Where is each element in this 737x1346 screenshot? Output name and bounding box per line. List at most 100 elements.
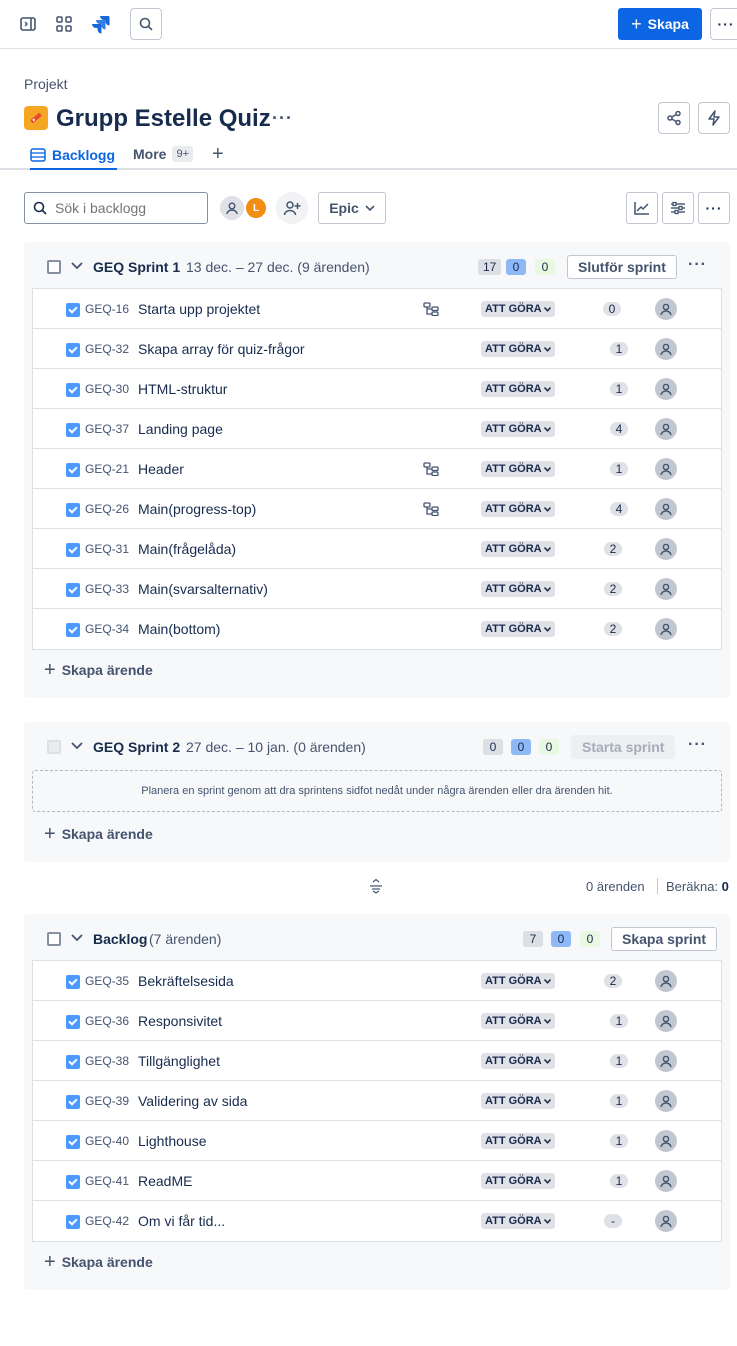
story-points[interactable]: 1: [610, 1054, 628, 1068]
status-dropdown[interactable]: ATT GÖRA: [481, 301, 556, 317]
story-points[interactable]: 0: [603, 302, 621, 316]
assignee-avatar-icon[interactable]: [655, 498, 677, 520]
status-dropdown[interactable]: ATT GÖRA: [481, 501, 556, 517]
issue-key[interactable]: GEQ-33: [85, 582, 129, 596]
issue-row[interactable]: GEQ-42 Om vi får tid... ATT GÖRA -: [33, 1201, 721, 1241]
issue-summary[interactable]: Validering av sida: [138, 1093, 247, 1109]
issue-summary[interactable]: Lighthouse: [138, 1133, 207, 1149]
issue-row[interactable]: GEQ-38 Tillgänglighet ATT GÖRA 1: [33, 1041, 721, 1081]
issue-summary[interactable]: ReadME: [138, 1173, 192, 1189]
issue-key[interactable]: GEQ-40: [85, 1134, 129, 1148]
issue-key[interactable]: GEQ-35: [85, 974, 129, 988]
backlog-search-field[interactable]: [24, 192, 208, 224]
issue-row[interactable]: GEQ-33 Main(svarsalternativ) ATT GÖRA 2: [33, 569, 721, 609]
epic-filter-button[interactable]: Epic: [318, 192, 386, 224]
issue-row[interactable]: GEQ-30 HTML-struktur ATT GÖRA 1: [33, 369, 721, 409]
status-dropdown[interactable]: ATT GÖRA: [481, 1213, 556, 1229]
issue-summary[interactable]: Main(progress-top): [138, 501, 256, 517]
assignee-avatar-icon[interactable]: [655, 538, 677, 560]
assignee-avatar-icon[interactable]: [655, 1090, 677, 1112]
sidebar-toggle-icon[interactable]: [12, 8, 44, 40]
search-icon[interactable]: [130, 8, 162, 40]
status-dropdown[interactable]: ATT GÖRA: [481, 541, 556, 557]
backlog-checkbox[interactable]: [47, 932, 61, 946]
sprint-2-more-icon[interactable]: ···: [688, 736, 707, 754]
status-dropdown[interactable]: ATT GÖRA: [481, 1173, 556, 1189]
status-dropdown[interactable]: ATT GÖRA: [481, 1093, 556, 1109]
issue-key[interactable]: GEQ-31: [85, 542, 129, 556]
issue-row[interactable]: GEQ-35 Bekräftelsesida ATT GÖRA 2: [33, 961, 721, 1001]
issue-key[interactable]: GEQ-41: [85, 1174, 129, 1188]
app-switcher-icon[interactable]: [48, 8, 80, 40]
story-points[interactable]: 2: [604, 582, 622, 596]
issue-row[interactable]: GEQ-41 ReadME ATT GÖRA 1: [33, 1161, 721, 1201]
assignee-avatar-icon[interactable]: [655, 1050, 677, 1072]
issue-summary[interactable]: HTML-struktur: [138, 381, 227, 397]
issue-key[interactable]: GEQ-37: [85, 422, 129, 436]
backlog-search-input[interactable]: [55, 200, 195, 216]
status-dropdown[interactable]: ATT GÖRA: [481, 621, 556, 637]
issue-row[interactable]: GEQ-31 Main(frågelåda) ATT GÖRA 2: [33, 529, 721, 569]
view-settings-icon[interactable]: [662, 192, 694, 224]
assignee-avatar-icon[interactable]: [655, 298, 677, 320]
status-dropdown[interactable]: ATT GÖRA: [481, 973, 556, 989]
status-dropdown[interactable]: ATT GÖRA: [481, 421, 556, 437]
status-dropdown[interactable]: ATT GÖRA: [481, 581, 556, 597]
issue-row[interactable]: GEQ-39 Validering av sida ATT GÖRA 1: [33, 1081, 721, 1121]
assignee-avatar-icon[interactable]: [655, 970, 677, 992]
add-person-icon[interactable]: [276, 192, 308, 224]
issue-row[interactable]: GEQ-36 Responsivitet ATT GÖRA 1: [33, 1001, 721, 1041]
complete-sprint-button[interactable]: Slutför sprint: [567, 255, 677, 279]
avatar-l[interactable]: L: [244, 196, 268, 220]
story-points[interactable]: 2: [604, 622, 622, 636]
story-points[interactable]: 1: [610, 1014, 628, 1028]
issue-key[interactable]: GEQ-36: [85, 1014, 129, 1028]
story-points[interactable]: 1: [610, 342, 628, 356]
backlog-create-issue[interactable]: + Skapa ärende: [44, 1252, 153, 1272]
chevron-down-icon[interactable]: [71, 934, 83, 942]
sprint-2-header[interactable]: GEQ Sprint 2 27 dec. – 10 jan. (0 ärende…: [24, 722, 730, 770]
backlog-header[interactable]: Backlog (7 ärenden) 7 0 0 Skapa sprint: [24, 914, 730, 962]
child-issues-icon[interactable]: [423, 302, 439, 316]
issue-key[interactable]: GEQ-38: [85, 1054, 129, 1068]
story-points[interactable]: -: [604, 1214, 622, 1228]
project-more-icon[interactable]: ···: [272, 108, 293, 129]
issue-key[interactable]: GEQ-21: [85, 462, 129, 476]
sprint-1-create-issue[interactable]: + Skapa ärende: [44, 660, 153, 680]
issue-row[interactable]: GEQ-40 Lighthouse ATT GÖRA 1: [33, 1121, 721, 1161]
status-dropdown[interactable]: ATT GÖRA: [481, 461, 556, 477]
story-points[interactable]: 1: [610, 1174, 628, 1188]
breadcrumb[interactable]: Projekt: [24, 76, 68, 92]
issue-summary[interactable]: Main(bottom): [138, 621, 220, 637]
more-actions-icon[interactable]: ···: [710, 8, 737, 40]
issue-row[interactable]: GEQ-32 Skapa array för quiz-frågor ATT GÖR…: [33, 329, 721, 369]
create-sprint-button[interactable]: Skapa sprint: [611, 927, 718, 951]
story-points[interactable]: 1: [610, 1134, 628, 1148]
assignee-avatar-icon[interactable]: [655, 1210, 677, 1232]
status-dropdown[interactable]: ATT GÖRA: [481, 381, 556, 397]
issue-key[interactable]: GEQ-30: [85, 382, 129, 396]
issue-key[interactable]: GEQ-34: [85, 622, 129, 636]
issue-summary[interactable]: Bekräftelsesida: [138, 973, 234, 989]
story-points[interactable]: 1: [610, 382, 628, 396]
issue-summary[interactable]: Main(svarsalternativ): [138, 581, 268, 597]
tab-backlog[interactable]: Backlogg: [30, 142, 118, 170]
issue-summary[interactable]: Main(frågelåda): [138, 541, 236, 557]
drag-handle-icon[interactable]: [368, 878, 384, 894]
status-dropdown[interactable]: ATT GÖRA: [481, 1133, 556, 1149]
assignee-avatar-icon[interactable]: [655, 1130, 677, 1152]
child-issues-icon[interactable]: [423, 502, 439, 516]
assignee-avatar-icon[interactable]: [655, 338, 677, 360]
issue-key[interactable]: GEQ-39: [85, 1094, 129, 1108]
issue-key[interactable]: GEQ-16: [85, 302, 129, 316]
chevron-down-icon[interactable]: [71, 262, 83, 270]
assignee-avatar-icon[interactable]: [655, 458, 677, 480]
share-icon[interactable]: [658, 102, 690, 134]
status-dropdown[interactable]: ATT GÖRA: [481, 1053, 556, 1069]
status-dropdown[interactable]: ATT GÖRA: [481, 1013, 556, 1029]
add-tab-icon[interactable]: +: [212, 143, 224, 166]
assignee-avatar-icon[interactable]: [655, 378, 677, 400]
assignee-avatar-icon[interactable]: [655, 618, 677, 640]
issue-row[interactable]: GEQ-26 Main(progress-top) ATT GÖRA 4: [33, 489, 721, 529]
create-button[interactable]: + Skapa: [618, 8, 702, 40]
